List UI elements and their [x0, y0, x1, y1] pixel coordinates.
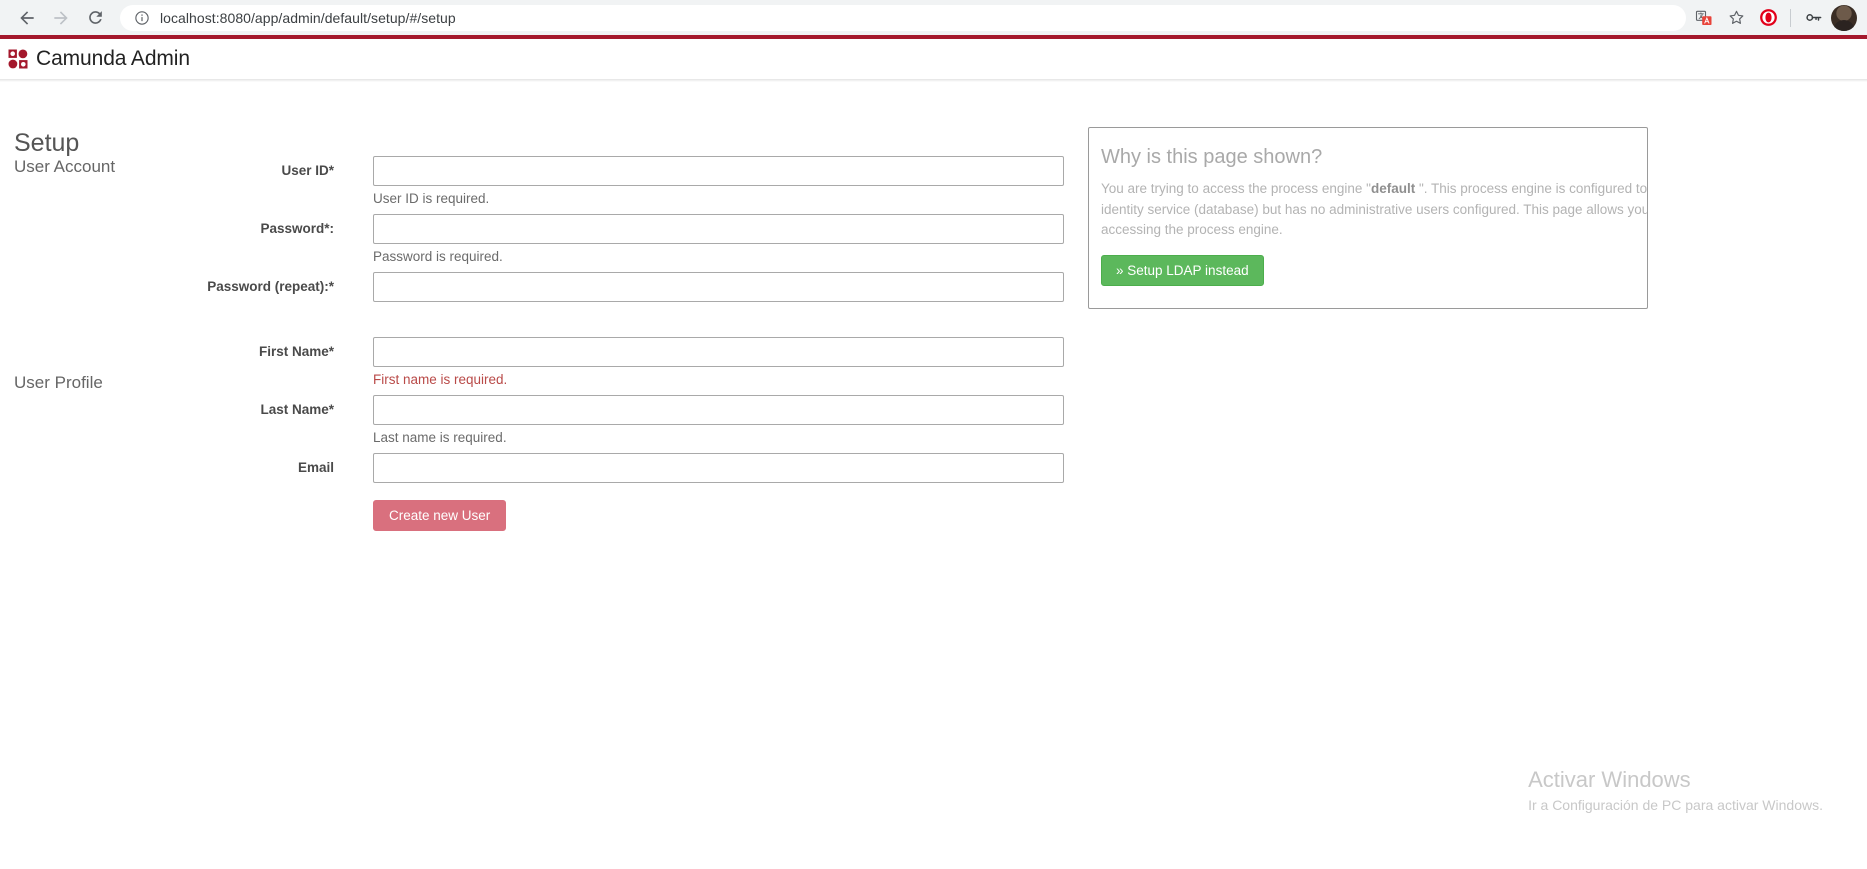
field-row-last-name: Last Name*	[0, 395, 1070, 425]
help-last-name: Last name is required.	[373, 430, 507, 445]
section-heading-user-profile: User Profile	[14, 373, 103, 392]
create-new-user-button[interactable]: Create new User	[373, 500, 507, 531]
forward-arrow-icon	[54, 10, 68, 25]
translate-button[interactable]	[1688, 2, 1720, 34]
browser-toolbar-actions	[1688, 2, 1857, 34]
label-password: Password*:	[260, 221, 334, 236]
opera-shield-icon	[1759, 9, 1777, 26]
star-icon	[1729, 10, 1743, 24]
last-name-input[interactable]	[373, 395, 1064, 425]
extension-button[interactable]	[1752, 2, 1784, 34]
forward-button[interactable]	[44, 1, 78, 35]
info-panel: Why is this page shown? You are trying t…	[1088, 127, 1648, 309]
field-row-email: Email	[0, 453, 1070, 483]
address-bar-url: localhost:8080/app/admin/default/setup/#…	[160, 9, 456, 26]
back-arrow-icon	[20, 10, 34, 25]
toolbar-divider	[1790, 8, 1791, 27]
field-row-password: Password*:	[0, 214, 1070, 244]
translate-icon	[1695, 10, 1712, 25]
profile-avatar[interactable]	[1831, 4, 1857, 31]
info-panel-title: Why is this page shown?	[1101, 146, 1323, 168]
camunda-logo-icon[interactable]	[8, 49, 28, 69]
label-last-name: Last Name*	[260, 402, 334, 417]
page-title: Setup	[14, 128, 80, 157]
field-row-user-id: User ID*	[0, 156, 1070, 186]
info-body-part1: You are trying to access the process eng…	[1101, 181, 1371, 196]
first-name-input[interactable]	[373, 337, 1064, 367]
password-repeat-input[interactable]	[373, 272, 1064, 302]
site-info-icon[interactable]	[134, 10, 150, 26]
windows-activation-watermark: Activar Windows Ir a Configuración de PC…	[1528, 766, 1823, 814]
address-bar[interactable]: localhost:8080/app/admin/default/setup/#…	[120, 4, 1686, 31]
label-email: Email	[297, 460, 334, 475]
label-first-name: First Name*	[258, 344, 334, 359]
label-user-id: User ID*	[281, 163, 334, 178]
info-engine-name: default	[1370, 181, 1416, 196]
help-first-name: First name is required.	[373, 372, 508, 387]
back-button[interactable]	[10, 1, 44, 35]
reload-icon	[88, 11, 102, 24]
app-header: Camunda Admin	[0, 39, 1867, 79]
browser-toolbar: localhost:8080/app/admin/default/setup/#…	[0, 0, 1867, 35]
label-password-repeat: Password (repeat):*	[207, 279, 334, 294]
help-password: Password is required.	[373, 249, 503, 264]
app-title: Camunda Admin	[36, 47, 190, 70]
setup-ldap-button[interactable]: » Setup LDAP instead	[1101, 254, 1264, 286]
field-row-first-name: First Name*	[0, 337, 1070, 367]
info-panel-body: You are trying to access the process eng…	[1101, 179, 1647, 241]
field-row-password-repeat: Password (repeat):*	[0, 272, 1070, 302]
help-user-id: User ID is required.	[373, 191, 490, 206]
watermark-title: Activar Windows	[1528, 766, 1691, 792]
setup-page: Setup User Account User Profile User ID*…	[0, 82, 1867, 869]
reload-button[interactable]	[78, 1, 112, 35]
key-icon	[1805, 14, 1821, 21]
password-manager-button[interactable]	[1797, 2, 1829, 34]
password-input[interactable]	[373, 214, 1064, 244]
bookmark-button[interactable]	[1720, 2, 1752, 34]
user-id-input[interactable]	[373, 156, 1064, 186]
email-input[interactable]	[373, 453, 1064, 483]
watermark-subtitle: Ir a Configuración de PC para activar Wi…	[1528, 797, 1823, 813]
